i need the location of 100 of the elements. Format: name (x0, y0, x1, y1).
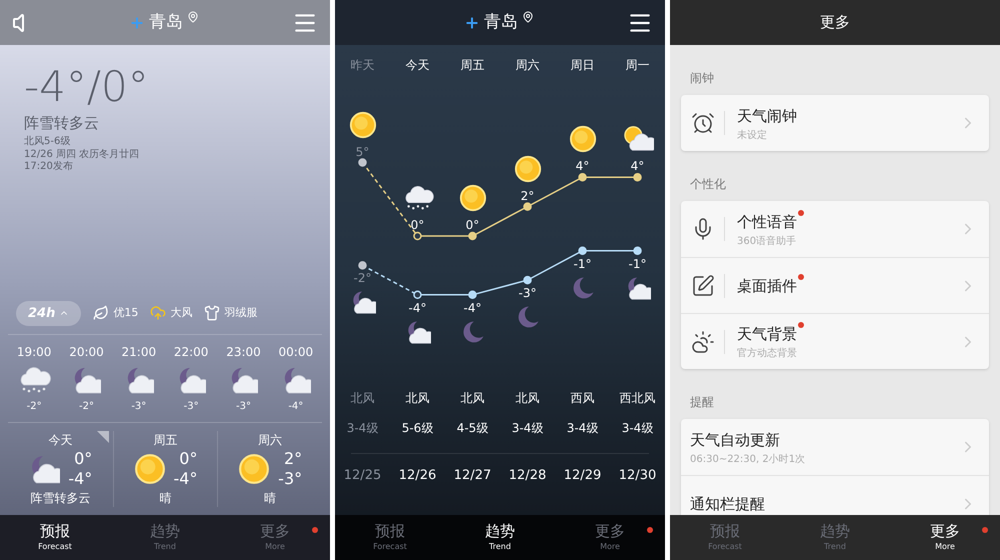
row-subtitle: 06:30~22:30, 2小时1次 (690, 452, 806, 466)
high-temp-label: 0° (410, 217, 424, 234)
settings-row[interactable]: 天气闹钟 未设定 (681, 95, 989, 151)
section-heading: 个性化 (689, 176, 727, 193)
warning-text: 大风 (170, 305, 192, 321)
hour-time: 20:00 (69, 344, 104, 361)
row-subtitle: 官方动态背景 (737, 346, 798, 361)
wind-level: 4-5级 (456, 420, 490, 437)
nav-tab[interactable]: 趋势 Trend (780, 515, 890, 560)
temperature-range: -4°/0° (24, 61, 150, 113)
clothing-text: 羽绒服 (224, 305, 258, 321)
nav-tab[interactable]: 趋势 Trend (110, 515, 220, 560)
date-label: 12/28 (508, 467, 548, 485)
high-temp-label: 2° (520, 188, 534, 205)
row-title: 通知栏提醒 (690, 494, 765, 512)
high-temp-label: 5° (356, 144, 370, 160)
high-temp-label: 4° (576, 158, 590, 176)
day-name: 昨天 (350, 57, 376, 74)
data-point (633, 172, 642, 182)
section-heading: 闹钟 (689, 70, 715, 87)
screen-title: 更多 (820, 12, 850, 34)
settings-row[interactable]: 天气背景 官方动态背景 (681, 313, 989, 369)
day-name: 周一 (624, 57, 650, 74)
day-condition: 阵雪转多云 (30, 490, 90, 507)
publish-time: 17:20发布 (24, 161, 74, 174)
low-temp: -4° (174, 469, 198, 489)
sun-icon (458, 184, 486, 212)
nav-tab[interactable]: 预报 Forecast (335, 515, 445, 560)
condition-text: 阵雪转多云 (24, 114, 100, 132)
date-label: 12/26 (398, 467, 438, 485)
low-temp-label: -1° (574, 256, 592, 273)
row-title: 天气背景 (737, 325, 797, 343)
data-point (468, 232, 477, 240)
wind-direction: 北风 (404, 390, 430, 407)
edit-icon (690, 274, 714, 298)
data-point (578, 172, 587, 182)
city-name[interactable]: 青岛 (484, 10, 518, 36)
wind-direction: 西北风 (618, 390, 656, 407)
hour-temp: -3° (131, 400, 146, 414)
hour-time: 00:00 (278, 344, 314, 361)
sun-icon (134, 453, 166, 485)
shirt-icon (204, 305, 220, 322)
row-title: 天气自动更新 (690, 430, 780, 448)
low-temp-label: -4° (464, 300, 482, 317)
row-title: 天气闹钟 (737, 106, 797, 124)
hour-time: 23:00 (226, 344, 261, 361)
sun-cloud-icon (622, 125, 654, 154)
settings-row[interactable]: 天气自动更新 06:30~22:30, 2小时1次 (681, 419, 989, 475)
low-temp-label: -1° (628, 256, 646, 273)
low-temp-label: -2° (354, 270, 372, 288)
high-temp: 0° (74, 449, 92, 469)
settings-row[interactable]: 桌面插件 (681, 257, 989, 313)
row-subtitle: 360语音助手 (737, 234, 798, 248)
wind-direction: 北风 (350, 390, 376, 407)
high-temp-label: 4° (630, 158, 644, 176)
alarm-clock-icon (690, 111, 714, 135)
day-name[interactable]: 周五 (153, 431, 178, 449)
data-point (358, 261, 367, 270)
date-label: 12/25 (342, 467, 382, 485)
high-temp: 0° (179, 449, 198, 469)
hour-temp: -2° (79, 400, 94, 414)
wind-text: 北风5-6级 (24, 136, 72, 149)
nav-tab[interactable]: 预报 Forecast (0, 515, 110, 560)
nav-tab[interactable]: 预报 Forecast (670, 515, 780, 560)
date-label: 12/29 (562, 467, 602, 485)
hour-time: 19:00 (16, 344, 52, 361)
cloud-icon (150, 305, 166, 322)
low-temp-label: -3° (518, 285, 536, 302)
hour-time: 21:00 (122, 344, 156, 361)
sun-icon (348, 110, 376, 138)
nav-tab[interactable]: 趋势 Trend (445, 515, 555, 560)
cloud-sun-icon (690, 330, 714, 354)
date-label: 12/30 (618, 467, 658, 485)
wind-level: 3-4级 (346, 420, 380, 437)
day-name: 周六 (514, 57, 540, 74)
data-point (578, 246, 587, 255)
row-title: 个性语音 (737, 212, 797, 230)
add-city-icon[interactable] (464, 14, 480, 30)
row-subtitle: 未设定 (737, 128, 768, 142)
row-title: 桌面插件 (737, 276, 797, 294)
hour-temp: -2° (26, 400, 42, 414)
day-name: 周五 (460, 57, 486, 74)
settings-row[interactable]: 个性语音 360语音助手 (681, 201, 989, 257)
nav-tab[interactable]: 更多 More (220, 515, 330, 560)
sun-icon (238, 453, 270, 485)
day-name[interactable]: 今天 (48, 431, 72, 449)
hour-time: 22:00 (174, 344, 208, 361)
hour-temp: -3° (236, 400, 251, 414)
air-quality: 优15 (113, 305, 138, 321)
low-temp: -3° (278, 469, 302, 489)
low-temp: -4° (68, 469, 92, 489)
city-name[interactable]: 青岛 (149, 10, 183, 36)
wind-direction: 北风 (514, 390, 540, 407)
date-label: 12/27 (452, 467, 492, 485)
day-condition: 晴 (159, 490, 172, 507)
data-point (413, 290, 422, 300)
nav-tab[interactable]: 更多 More (890, 515, 1000, 560)
day-name[interactable]: 周六 (258, 431, 282, 449)
wind-direction: 西风 (570, 390, 596, 407)
nav-tab[interactable]: 更多 More (555, 515, 665, 560)
